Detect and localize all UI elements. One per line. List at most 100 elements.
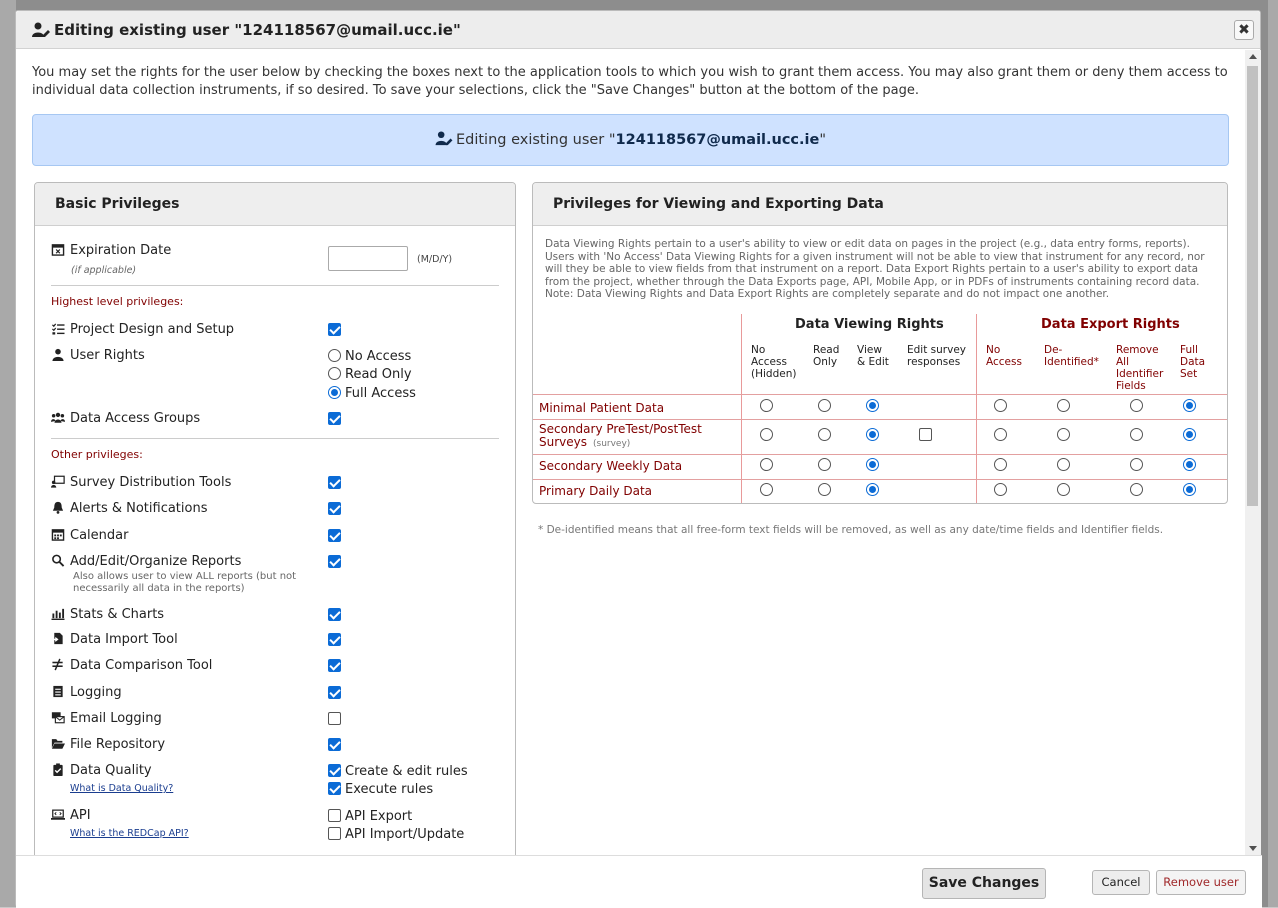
basic-privileges-title: Basic Privileges — [35, 183, 515, 226]
calendar-row: Calendar — [51, 528, 128, 543]
api-export-checkbox[interactable] — [328, 809, 341, 822]
banner-username: 124118567@umail.ucc.ie — [615, 132, 820, 148]
row-divider — [533, 479, 1227, 480]
save-changes-button[interactable]: Save Changes — [922, 868, 1046, 899]
stats-checkbox[interactable] — [328, 608, 341, 621]
project-design-row: Project Design and Setup — [51, 322, 234, 337]
instrument-name: Secondary Weekly Data — [539, 460, 682, 473]
export-group-divider — [976, 314, 977, 503]
reports-checkbox[interactable] — [328, 555, 341, 568]
project-design-label: Project Design and Setup — [70, 322, 235, 337]
calendar-checkbox[interactable] — [328, 529, 341, 542]
instrument-name: Primary Daily Data — [539, 485, 652, 498]
view-read-only-radio[interactable] — [818, 483, 831, 496]
expiration-date-row: Expiration Date — [51, 243, 171, 258]
col-view-edit: View & Edit — [857, 344, 889, 368]
scroll-up-icon[interactable] — [1249, 54, 1257, 59]
expiration-date-input[interactable] — [328, 246, 408, 271]
export-de-identified-radio[interactable] — [1057, 428, 1070, 441]
view-no-access-radio[interactable] — [760, 483, 773, 496]
export-remove-identifiers-radio[interactable] — [1130, 399, 1143, 412]
execute-rules-checkbox[interactable] — [328, 782, 341, 795]
edit-survey-responses-checkbox[interactable] — [919, 428, 932, 441]
reports-row: Add/Edit/Organize Reports — [51, 554, 241, 569]
export-de-identified-radio[interactable] — [1057, 483, 1070, 496]
export-full-data-radio[interactable] — [1183, 399, 1196, 412]
project-design-checkbox[interactable] — [328, 323, 341, 336]
user-rights-no-access-label: No Access — [345, 349, 412, 364]
export-de-identified-radio[interactable] — [1057, 399, 1070, 412]
close-button[interactable]: ✖ — [1234, 20, 1254, 40]
data-access-groups-checkbox[interactable] — [328, 412, 341, 425]
import-row: Data Import Tool — [51, 632, 178, 647]
export-no-access-radio[interactable] — [994, 399, 1007, 412]
logging-checkbox[interactable] — [328, 686, 341, 699]
view-read-only-radio[interactable] — [818, 458, 831, 471]
survey-tools-checkbox[interactable] — [328, 476, 341, 489]
create-edit-rules-checkbox[interactable] — [328, 764, 341, 777]
export-remove-identifiers-radio[interactable] — [1130, 428, 1143, 441]
view-edit-radio[interactable] — [866, 483, 879, 496]
view-edit-radio[interactable] — [866, 399, 879, 412]
instrument-label: Primary Daily Data — [539, 484, 653, 498]
alerts-checkbox[interactable] — [328, 502, 341, 515]
file-import-icon — [51, 632, 63, 645]
view-edit-radio[interactable] — [866, 428, 879, 441]
view-read-only-radio[interactable] — [818, 399, 831, 412]
data-access-groups-label: Data Access Groups — [70, 411, 201, 426]
view-no-access-radio[interactable] — [760, 428, 773, 441]
stats-label: Stats & Charts — [70, 607, 165, 622]
view-read-only-radio[interactable] — [818, 428, 831, 441]
export-no-access-radio[interactable] — [994, 483, 1007, 496]
basic-privileges-panel: Basic Privileges Expiration Date (if app… — [34, 182, 516, 855]
viewing-exporting-panel: Privileges for Viewing and Exporting Dat… — [532, 182, 1228, 504]
banner-suffix: " — [819, 132, 827, 148]
export-no-access-radio[interactable] — [994, 458, 1007, 471]
col-no-access-hidden: No Access (Hidden) — [751, 344, 797, 380]
instrument-label: Minimal Patient Data — [539, 401, 665, 415]
dialog-title: Editing existing user "124118567@umail.u… — [54, 21, 461, 39]
scrollbar-thumb[interactable] — [1247, 66, 1258, 506]
user-rights-no-access-radio[interactable] — [328, 349, 341, 362]
file-repository-checkbox[interactable] — [328, 738, 341, 751]
logging-row: Logging — [51, 685, 122, 700]
api-import-checkbox[interactable] — [328, 827, 341, 840]
export-remove-identifiers-radio[interactable] — [1130, 483, 1143, 496]
user-rights-read-only-radio[interactable] — [328, 367, 341, 380]
col-edit-survey-responses: Edit survey responses — [907, 344, 967, 368]
what-is-data-quality-link[interactable]: What is Data Quality? — [70, 783, 173, 794]
col-read-only: Read Only — [813, 344, 840, 368]
import-checkbox[interactable] — [328, 633, 341, 646]
export-full-data-radio[interactable] — [1183, 428, 1196, 441]
calendar-icon — [51, 529, 65, 541]
export-de-identified-radio[interactable] — [1057, 458, 1070, 471]
what-is-api-link[interactable]: What is the REDCap API? — [70, 828, 189, 839]
dialog-scrollbar[interactable] — [1245, 50, 1261, 855]
dialog-footer: Save Changes Cancel Remove user — [16, 855, 1262, 908]
user-rights-full-access-radio[interactable] — [328, 386, 341, 399]
user-rights-full-access-label: Full Access — [345, 386, 416, 401]
col-full-data-set: Full Data Set — [1180, 344, 1206, 380]
survey-tag: (survey) — [593, 439, 631, 449]
create-edit-rules-label: Create & edit rules — [345, 764, 468, 779]
row-divider — [533, 419, 1227, 420]
expiration-date-label: Expiration Date — [70, 243, 172, 258]
calendar-x-icon — [51, 244, 65, 256]
api-export-label: API Export — [345, 809, 413, 824]
export-full-data-radio[interactable] — [1183, 458, 1196, 471]
banner-prefix: Editing existing user " — [455, 132, 616, 148]
dialog-titlebar: Editing existing user "124118567@umail.u… — [16, 11, 1260, 49]
export-full-data-radio[interactable] — [1183, 483, 1196, 496]
remove-user-button[interactable]: Remove user — [1156, 870, 1246, 895]
view-no-access-radio[interactable] — [760, 458, 773, 471]
api-import-label: API Import/Update — [345, 827, 465, 842]
email-logging-checkbox[interactable] — [328, 712, 341, 725]
view-no-access-radio[interactable] — [760, 399, 773, 412]
scroll-down-icon[interactable] — [1249, 846, 1257, 851]
other-privileges-label: Other privileges: — [51, 448, 143, 461]
export-no-access-radio[interactable] — [994, 428, 1007, 441]
export-remove-identifiers-radio[interactable] — [1130, 458, 1143, 471]
cancel-button[interactable]: Cancel — [1092, 870, 1150, 895]
comparison-checkbox[interactable] — [328, 659, 341, 672]
view-edit-radio[interactable] — [866, 458, 879, 471]
